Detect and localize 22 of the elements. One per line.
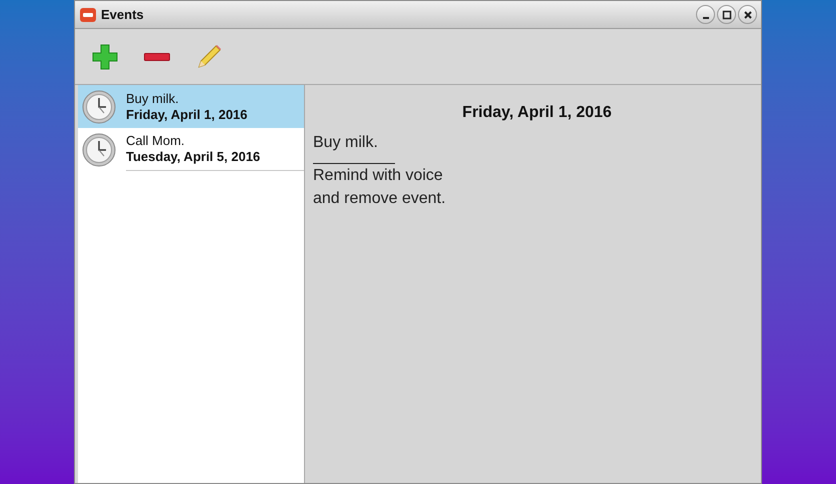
minimize-button[interactable] [696, 5, 715, 24]
clock-icon [82, 132, 116, 166]
app-icon [79, 6, 97, 22]
event-date: Friday, April 1, 2016 [126, 106, 248, 122]
detail-title: Buy milk. [313, 133, 379, 153]
close-icon [742, 10, 752, 20]
plus-icon [92, 44, 118, 70]
window-title: Events [101, 6, 144, 24]
event-date: Tuesday, April 5, 2016 [126, 149, 262, 165]
detail-note: and remove event. [313, 189, 447, 209]
maximize-icon [722, 10, 732, 20]
event-title: Buy milk. [126, 90, 180, 106]
maximize-button[interactable] [717, 5, 736, 24]
detail-note: Remind with voice [313, 166, 444, 186]
clock-icon [82, 90, 116, 124]
close-button[interactable] [738, 5, 757, 24]
detail-date: Friday, April 1, 2016 [462, 103, 612, 123]
event-item[interactable]: Buy milk. Friday, April 1, 2016 [78, 85, 304, 128]
minus-icon [144, 52, 170, 60]
pencil-icon [195, 42, 223, 70]
event-title: Call Mom. [126, 133, 186, 149]
minimize-icon [702, 17, 708, 19]
